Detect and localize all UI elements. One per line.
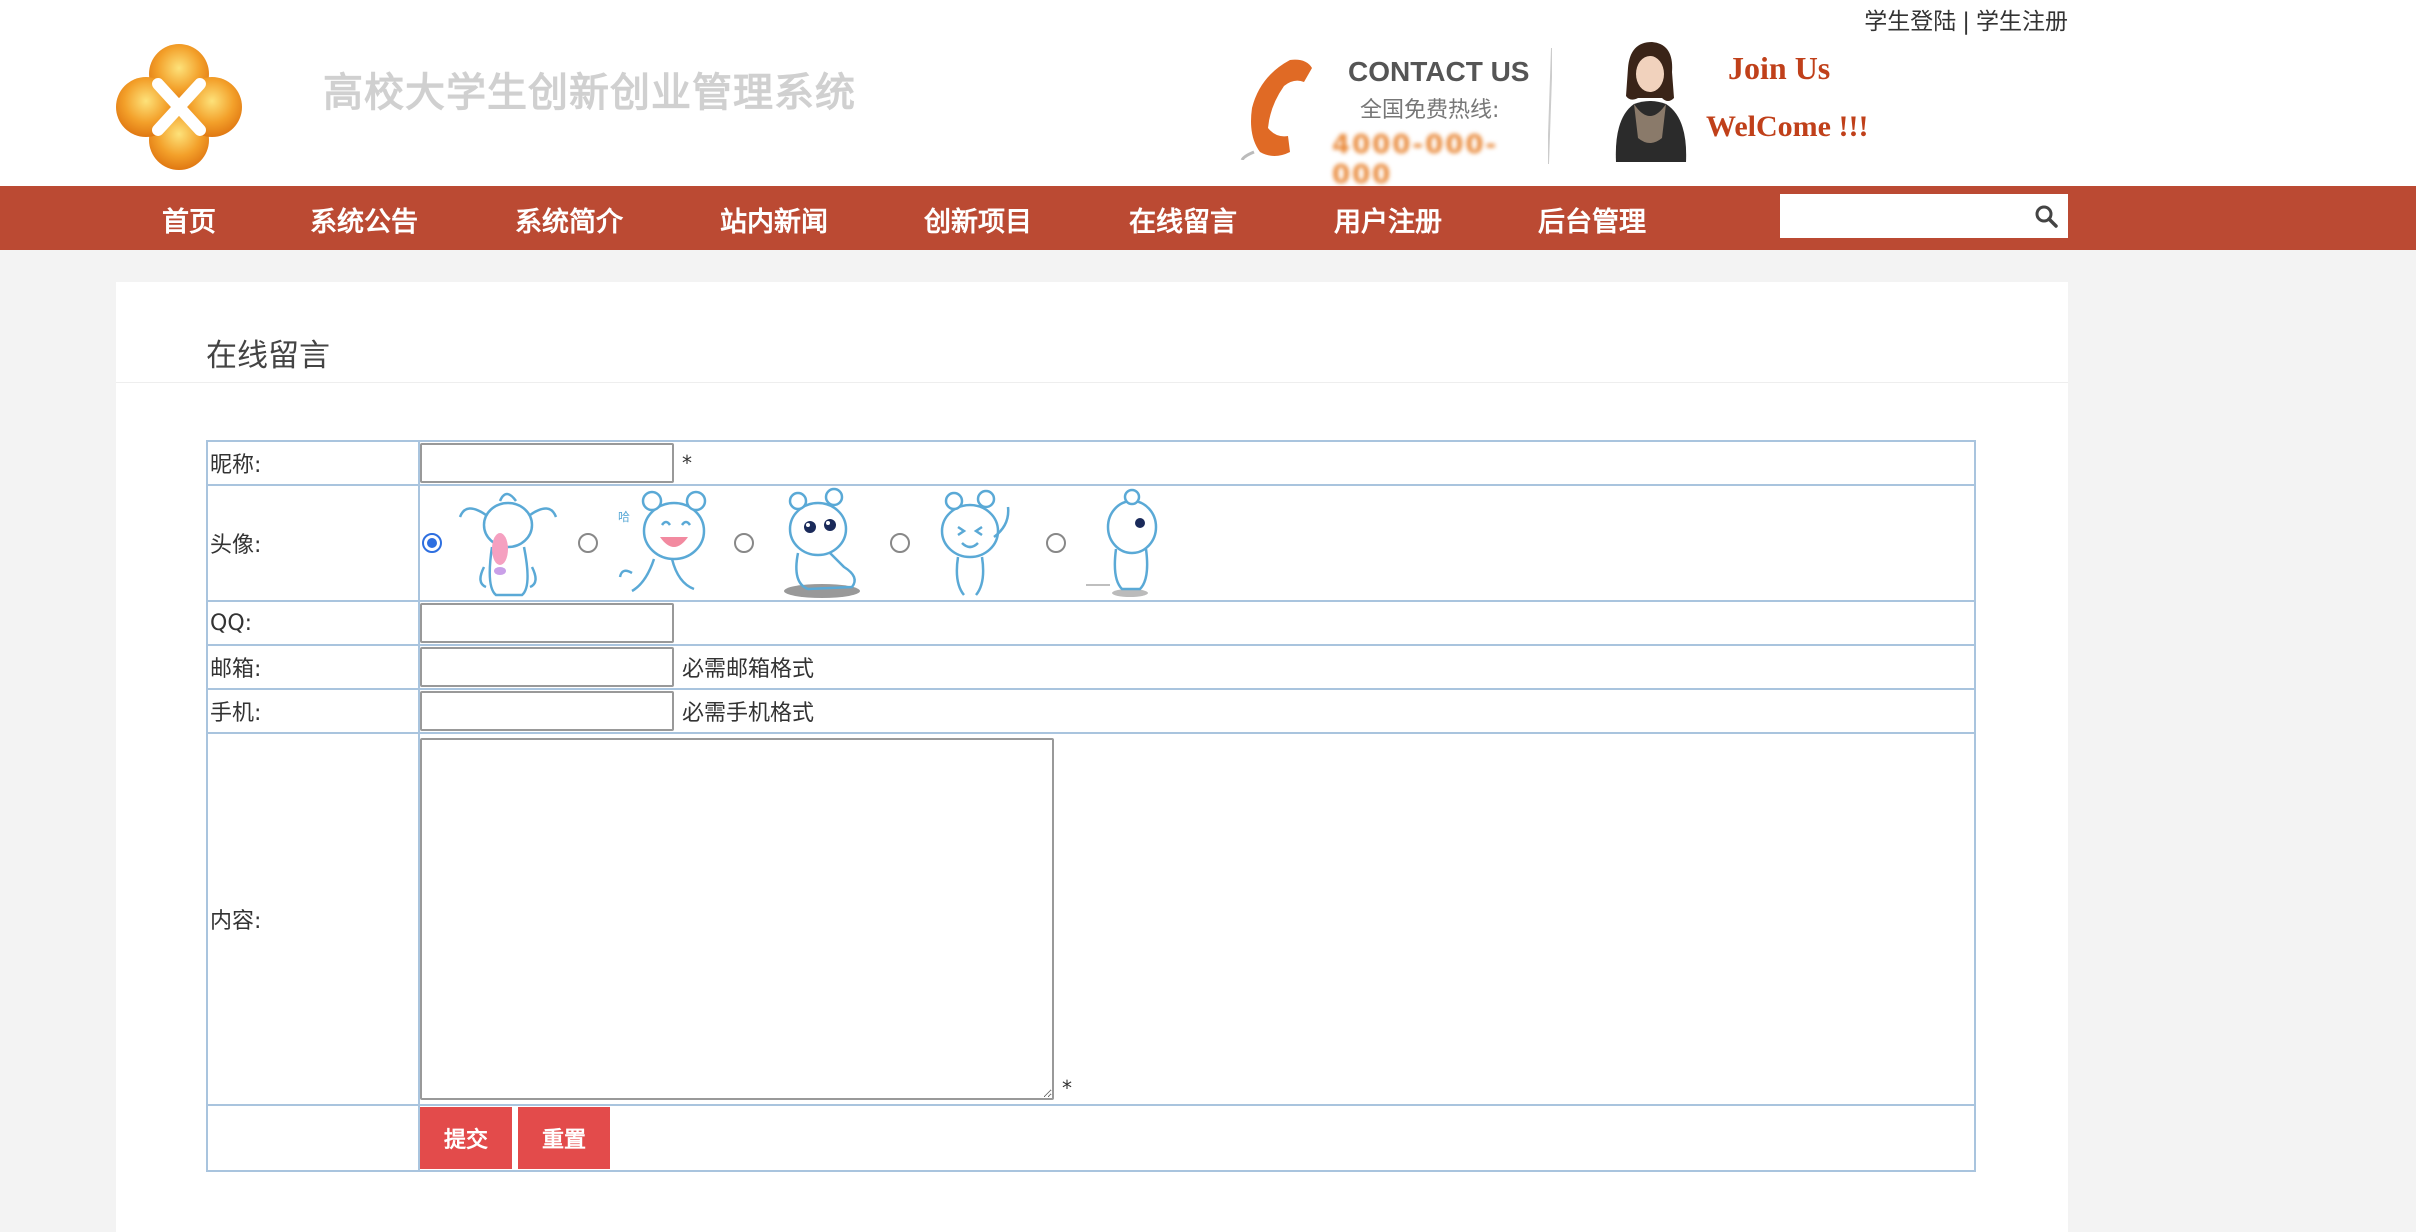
avatar-radio-4[interactable] — [890, 533, 910, 553]
nickname-row: 昵称: * — [206, 440, 1976, 486]
student-register-link[interactable]: 学生注册 — [1976, 9, 2068, 35]
page-title: 在线留言 — [206, 338, 330, 374]
main-nav: 首页 系统公告 系统简介 站内新闻 创新项目 在线留言 用户注册 后台管理 — [0, 186, 2416, 250]
top-links: 学生登陆 | 学生注册 — [1864, 2, 2068, 36]
avatar-row: 头像: 哈 — [206, 484, 1976, 602]
avatar-radio-3[interactable] — [734, 533, 754, 553]
content-label: 内容: — [206, 732, 420, 1106]
nav-innovation-projects[interactable]: 创新项目 — [924, 200, 1032, 239]
email-hint: 必需邮箱格式 — [682, 657, 815, 682]
avatar-cell: 哈 — [418, 484, 1976, 602]
nav-online-message[interactable]: 在线留言 — [1129, 200, 1237, 239]
avatar-label: 头像: — [206, 484, 420, 602]
avatar-options: 哈 — [420, 487, 1974, 599]
search-input[interactable] — [1780, 194, 2020, 238]
search-box — [1780, 194, 2068, 238]
email-row: 邮箱: 必需邮箱格式 — [206, 644, 1976, 690]
buttons-cell: 提交 重置 — [418, 1104, 1976, 1172]
contact-subtitle: 全国免费热线: — [1360, 98, 1500, 123]
phone-icon — [1240, 59, 1312, 160]
qq-cell — [418, 600, 1976, 646]
buttons-label-empty — [206, 1104, 420, 1172]
avatar-shy-icon[interactable] — [768, 487, 872, 599]
email-cell: 必需邮箱格式 — [418, 644, 1976, 690]
content-row: 内容: * — [206, 732, 1976, 1106]
nickname-required-mark: * — [682, 451, 692, 475]
link-separator: | — [1962, 9, 1970, 35]
message-form: 昵称: * 头像: 哈 QQ: 邮箱: 必需邮箱格式 手机: 必需手机格式 内容… — [206, 440, 1976, 1172]
avatar-crying-icon[interactable] — [456, 487, 560, 599]
avatar-radio-5[interactable] — [1046, 533, 1066, 553]
logo-icon — [116, 44, 242, 170]
nav-system-intro[interactable]: 系统简介 — [515, 200, 623, 239]
site-title: 高校大学生创新创业管理系统 — [323, 70, 856, 116]
nickname-label: 昵称: — [206, 440, 420, 486]
avatar-happy-icon[interactable] — [924, 487, 1028, 599]
buttons-row: 提交 重置 — [206, 1104, 1976, 1172]
avatar-radio-1[interactable] — [422, 533, 442, 553]
reset-button[interactable]: 重置 — [518, 1107, 610, 1169]
nickname-cell: * — [418, 440, 1976, 486]
phone-label: 手机: — [206, 688, 420, 734]
contact-title: CONTACT US — [1348, 56, 1530, 87]
email-input[interactable] — [420, 647, 674, 687]
qq-row: QQ: — [206, 600, 1976, 646]
phone-cell: 必需手机格式 — [418, 688, 1976, 734]
avatar-laughing-icon[interactable]: 哈 — [612, 487, 716, 599]
nav-announcements[interactable]: 系统公告 — [310, 200, 418, 239]
contact-number: 4000-000-000 — [1332, 130, 1499, 190]
slash-divider — [1548, 48, 1552, 164]
content-panel: 在线留言 昵称: * 头像: 哈 QQ: 邮箱: 必需邮箱格式 手机: 必需手机… — [116, 282, 2068, 1232]
title-divider — [116, 382, 2068, 383]
contact-banner: CONTACT US 全国免费热线: 4000-000-000 — [1240, 50, 1540, 190]
content-textarea[interactable] — [420, 738, 1054, 1100]
nav-site-news[interactable]: 站内新闻 — [720, 200, 828, 239]
content-cell: * — [418, 732, 1976, 1106]
email-label: 邮箱: — [206, 644, 420, 690]
person-photo — [1615, 42, 1687, 162]
qq-input[interactable] — [420, 603, 674, 643]
content-required-mark: * — [1062, 1076, 1072, 1100]
phone-input[interactable] — [420, 691, 674, 731]
phone-hint: 必需手机格式 — [682, 701, 815, 726]
phone-row: 手机: 必需手机格式 — [206, 688, 1976, 734]
qq-label: QQ: — [206, 600, 420, 646]
header: 学生登陆 | 学生注册 高校大学生创新创业管理系统 CONTACT US 全国免费热… — [0, 0, 2416, 190]
search-icon[interactable] — [2034, 204, 2058, 228]
welcome-text: WelCome !!! — [1706, 110, 1869, 143]
join-us-text: Join Us — [1728, 50, 1831, 86]
avatar-radio-2[interactable] — [578, 533, 598, 553]
nav-user-register[interactable]: 用户注册 — [1334, 200, 1442, 239]
nav-admin[interactable]: 后台管理 — [1538, 200, 1646, 239]
avatar-thinking-icon[interactable] — [1080, 487, 1184, 599]
submit-button[interactable]: 提交 — [420, 1107, 512, 1169]
svg-text:哈: 哈 — [618, 510, 630, 524]
student-login-link[interactable]: 学生登陆 — [1864, 9, 1956, 35]
nav-home[interactable]: 首页 — [162, 200, 216, 239]
nickname-input[interactable] — [420, 443, 674, 483]
